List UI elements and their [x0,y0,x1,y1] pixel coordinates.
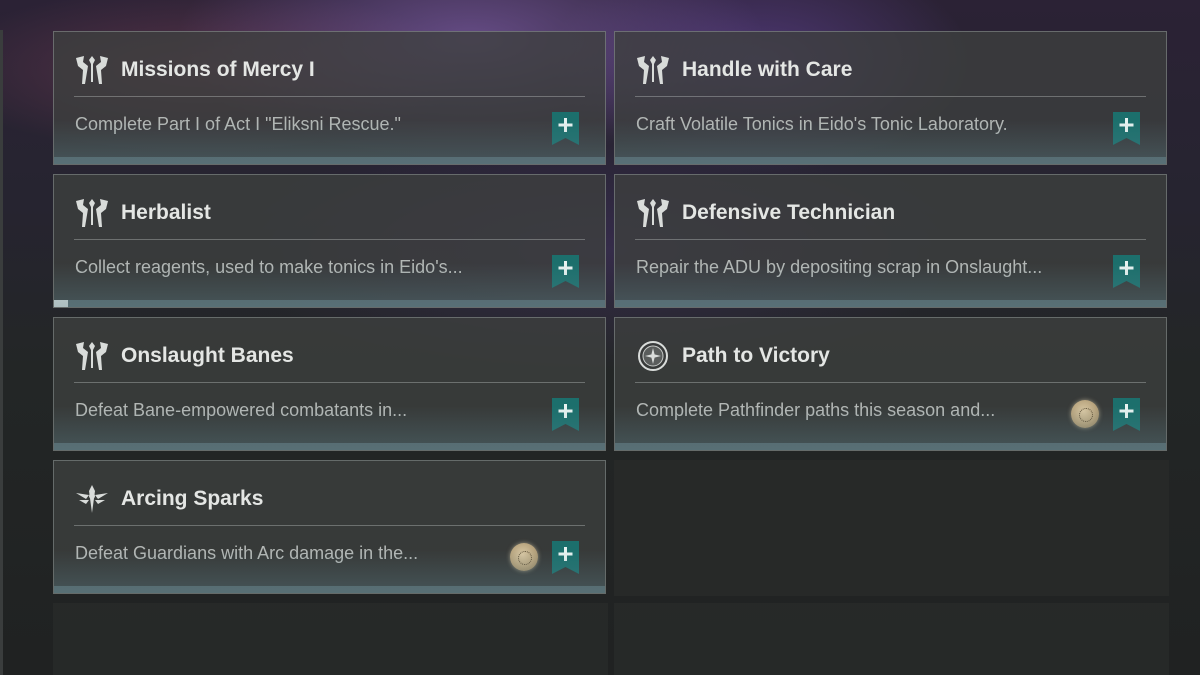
card-title: Herbalist [121,201,211,224]
card-footer-strip [615,300,1166,307]
card-title: Defensive Technician [682,201,896,224]
empty-slot [53,603,608,675]
triumph-card-onslaught-banes[interactable]: Onslaught Banes Defeat Bane-empowered co… [53,317,606,451]
card-footer-strip [615,157,1166,164]
triumph-card-missions-of-mercy[interactable]: Missions of Mercy I Complete Part I of A… [53,31,606,165]
card-footer-strip [54,586,605,593]
pathfinder-emblem-icon [638,341,668,371]
card-title: Path to Victory [682,344,830,367]
card-title: Onslaught Banes [121,344,294,367]
card-description: Complete Part I of Act I "Eliksni Rescue… [75,114,401,134]
track-triumph-button[interactable] [552,255,579,288]
card-footer-strip [54,443,605,450]
track-triumph-button[interactable] [1113,112,1140,145]
divider [74,96,585,97]
triumph-card-defensive-technician[interactable]: Defensive Technician Repair the ADU by d… [614,174,1167,308]
divider [635,382,1146,383]
divider [635,239,1146,240]
divider [74,525,585,526]
eliksni-house-icon [76,199,108,227]
card-footer-strip [54,157,605,164]
card-description: Defeat Bane-empowered combatants in... [75,400,408,420]
eliksni-house-icon [76,56,108,84]
card-description: Defeat Guardians with Arc damage in the.… [75,543,419,563]
empty-slot [614,603,1169,675]
card-description: Craft Volatile Tonics in Eido's Tonic La… [636,114,1008,134]
card-footer-strip [54,300,605,307]
track-triumph-button[interactable] [552,112,579,145]
track-triumph-button[interactable] [1113,398,1140,431]
divider [74,239,585,240]
card-description: Collect reagents, used to make tonics in… [75,257,463,277]
eliksni-house-icon [637,56,669,84]
card-footer-strip [615,443,1166,450]
track-triumph-button[interactable] [1113,255,1140,288]
card-title: Arcing Sparks [121,487,264,510]
track-triumph-button[interactable] [552,541,579,574]
track-triumph-button[interactable] [552,398,579,431]
empty-slot [614,460,1169,596]
crucible-emblem-icon [76,485,108,513]
divider [74,382,585,383]
left-edge-bar [0,30,3,675]
triumph-card-path-to-victory[interactable]: Path to Victory Complete Pathfinder path… [614,317,1167,451]
triumph-card-arcing-sparks[interactable]: Arcing Sparks Defeat Guardians with Arc … [53,460,606,594]
reward-engram-icon [510,543,538,571]
eliksni-house-icon [76,342,108,370]
reward-engram-icon [1071,400,1099,428]
card-description: Complete Pathfinder paths this season an… [636,400,996,420]
divider [635,96,1146,97]
card-title: Handle with Care [682,58,853,81]
triumph-card-handle-with-care[interactable]: Handle with Care Craft Volatile Tonics i… [614,31,1167,165]
progress-bar [54,300,68,307]
card-description: Repair the ADU by depositing scrap in On… [636,257,1043,277]
triumph-card-herbalist[interactable]: Herbalist Collect reagents, used to make… [53,174,606,308]
card-title: Missions of Mercy I [121,58,315,81]
eliksni-house-icon [637,199,669,227]
